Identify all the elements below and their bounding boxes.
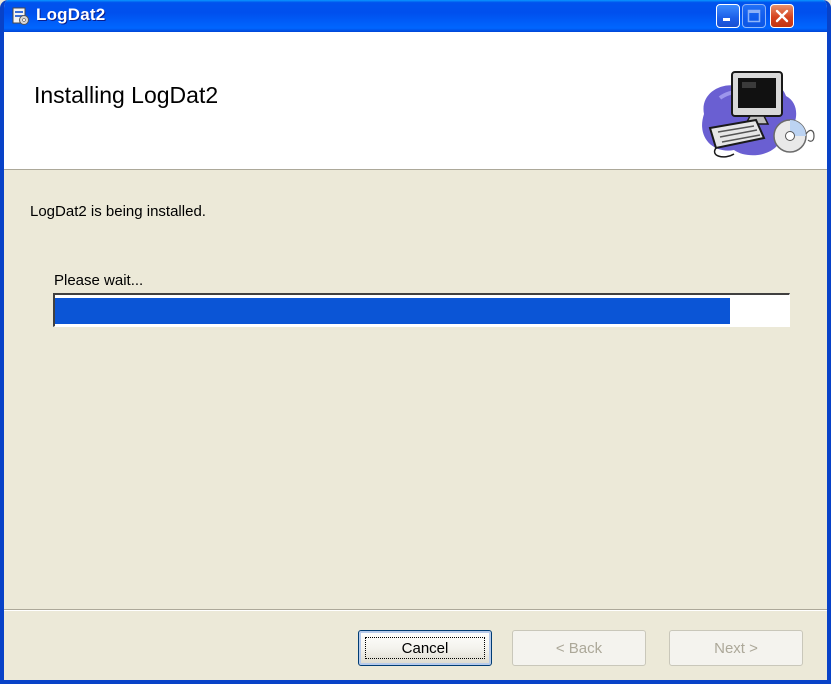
computer-installer-icon <box>702 71 815 158</box>
back-button[interactable]: < Back <box>512 630 646 666</box>
install-progress-bar <box>53 293 790 327</box>
close-icon <box>775 9 789 23</box>
installer-icon <box>12 7 29 25</box>
footer-divider <box>4 609 827 611</box>
maximize-icon <box>747 9 761 23</box>
header-banner: Installing LogDat2 <box>4 32 827 170</box>
please-wait-label: Please wait... <box>54 272 144 289</box>
back-button-label: < Back <box>555 639 603 657</box>
cancel-button[interactable]: Cancel <box>358 630 492 666</box>
installer-window: LogDat2 Installing LogDat2 LogDat2 is be… <box>0 0 831 684</box>
maximize-button[interactable] <box>742 4 766 28</box>
title-bar[interactable]: LogDat2 <box>4 0 827 32</box>
close-button[interactable] <box>770 4 794 28</box>
minimize-button[interactable] <box>716 4 740 28</box>
window-title: LogDat2 <box>36 5 106 24</box>
install-progress-fill <box>55 298 730 324</box>
install-status-text: LogDat2 is being installed. <box>30 203 206 220</box>
minimize-icon <box>723 18 730 21</box>
focus-ring <box>365 637 485 659</box>
next-button[interactable]: Next > <box>669 630 803 666</box>
next-button-label: Next > <box>714 639 758 657</box>
page-title: Installing LogDat2 <box>34 82 219 108</box>
